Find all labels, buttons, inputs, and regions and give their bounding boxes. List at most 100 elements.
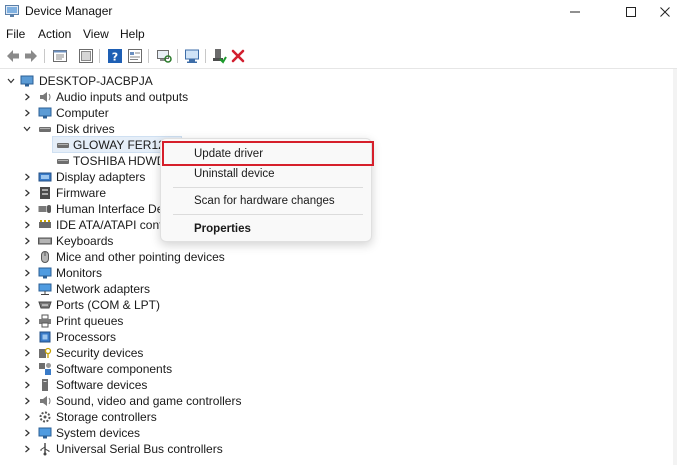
chevron-right-icon[interactable]	[22, 92, 32, 102]
tree-item-print-queues[interactable]: Print queues	[0, 313, 677, 329]
tree-item-audio[interactable]: Audio inputs and outputs	[0, 89, 677, 105]
chevron-right-icon[interactable]	[22, 268, 32, 278]
enable-device-icon[interactable]	[210, 47, 228, 65]
chevron-right-icon[interactable]	[22, 236, 32, 246]
tree-item-label: Storage controllers	[56, 410, 157, 424]
tree-item-computer[interactable]: Computer	[0, 105, 677, 121]
chevron-right-icon[interactable]	[22, 172, 32, 182]
sound-icon	[40, 396, 51, 406]
tree-item-label: Sound, video and game controllers	[56, 394, 242, 408]
disk-drive-icon	[57, 159, 69, 164]
uninstall-device-icon[interactable]	[229, 47, 247, 65]
tree-item-label: Universal Serial Bus controllers	[56, 442, 223, 456]
update-driver-icon[interactable]	[183, 47, 201, 65]
chevron-right-icon[interactable]	[22, 364, 32, 374]
menu-file[interactable]: File	[6, 27, 25, 41]
chevron-right-icon[interactable]	[22, 204, 32, 214]
chevron-right-icon[interactable]	[22, 252, 32, 262]
chevron-right-icon[interactable]	[22, 412, 32, 422]
maximize-icon	[626, 7, 636, 17]
minimize-icon	[570, 11, 580, 13]
tree-item-network-adapters[interactable]: Network adapters	[0, 281, 677, 297]
speaker-icon	[40, 92, 51, 102]
tree-item-label: Security devices	[56, 346, 144, 360]
help-icon[interactable]: ?	[106, 47, 124, 65]
toolbar-separator	[177, 49, 178, 63]
tree-item-mice[interactable]: Mice and other pointing devices	[0, 249, 677, 265]
scan-hardware-icon[interactable]	[155, 47, 173, 65]
tree-item-sound-video-game[interactable]: Sound, video and game controllers	[0, 393, 677, 409]
tree-item-label: Display adapters	[56, 170, 146, 184]
tree-item-security-devices[interactable]: Security devices	[0, 345, 677, 361]
mouse-icon	[41, 251, 49, 263]
processor-icon	[39, 331, 51, 343]
chevron-right-icon[interactable]	[22, 316, 32, 326]
monitor-icon	[38, 107, 52, 119]
menu-help[interactable]: Help	[120, 27, 145, 41]
context-menu-scan-hardware[interactable]: Scan for hardware changes	[194, 195, 335, 207]
close-icon	[660, 7, 670, 17]
toolbar: ?	[0, 44, 677, 68]
menu-action[interactable]: Action	[38, 27, 71, 41]
printer-icon	[39, 314, 51, 328]
tree-item-label: Network adapters	[56, 282, 151, 296]
tree-item-processors[interactable]: Processors	[0, 329, 677, 345]
scrollbar-track[interactable]	[673, 69, 677, 465]
title-bar: Device Manager	[0, 0, 677, 24]
chevron-right-icon[interactable]	[22, 300, 32, 310]
chevron-right-icon[interactable]	[22, 220, 32, 230]
tree-item-label: Audio inputs and outputs	[56, 90, 189, 104]
keyboard-icon	[38, 237, 52, 245]
tree-item-label: Mice and other pointing devices	[56, 250, 225, 264]
toolbar-separator	[148, 49, 149, 63]
close-button[interactable]	[650, 2, 677, 22]
minimize-button[interactable]	[560, 2, 590, 22]
properties-icon[interactable]	[126, 47, 144, 65]
tree-item-software-components[interactable]: Software components	[0, 361, 677, 377]
menu-view[interactable]: View	[83, 27, 109, 41]
menu-bar: File Action View Help	[0, 24, 677, 44]
tree-root[interactable]: DESKTOP-JACBPJA	[0, 73, 677, 89]
update-driver-highlight-box	[162, 141, 374, 166]
storage-controller-icon	[39, 411, 51, 423]
context-menu-uninstall-device[interactable]: Uninstall device	[194, 168, 275, 180]
tree-item-storage-controllers[interactable]: Storage controllers	[0, 409, 677, 425]
display-adapter-icon	[38, 172, 52, 182]
tree-item-disk-drives[interactable]: Disk drives	[0, 121, 677, 137]
maximize-button[interactable]	[616, 2, 646, 22]
chevron-right-icon[interactable]	[22, 444, 32, 454]
firmware-icon	[40, 187, 50, 199]
tree-item-software-devices[interactable]: Software devices	[0, 377, 677, 393]
tree-item-label: Software devices	[56, 378, 148, 392]
back-arrow-icon[interactable]	[4, 47, 22, 65]
chevron-right-icon[interactable]	[22, 284, 32, 294]
tree-item-usb-controllers[interactable]: Universal Serial Bus controllers	[0, 441, 677, 457]
context-menu-properties[interactable]: Properties	[194, 223, 251, 235]
chevron-right-icon[interactable]	[22, 428, 32, 438]
software-device-icon	[42, 379, 48, 391]
chevron-right-icon[interactable]	[22, 348, 32, 358]
tree-item-ports[interactable]: Ports (COM & LPT)	[0, 297, 677, 313]
chevron-right-icon[interactable]	[22, 108, 32, 118]
chevron-right-icon[interactable]	[22, 188, 32, 198]
chevron-down-icon[interactable]	[22, 124, 32, 134]
chevron-right-icon[interactable]	[22, 332, 32, 342]
context-menu-separator	[173, 187, 363, 188]
security-device-icon	[39, 347, 52, 358]
properties-pane-icon[interactable]	[51, 47, 69, 65]
context-menu-separator	[173, 214, 363, 215]
network-adapter-icon	[38, 283, 52, 295]
system-device-icon	[38, 427, 52, 439]
show-hide-console-tree-icon[interactable]	[77, 47, 95, 65]
tree-item-monitors[interactable]: Monitors	[0, 265, 677, 281]
toolbar-separator	[44, 49, 45, 63]
tree-item-system-devices[interactable]: System devices	[0, 425, 677, 441]
tree-item-label: Processors	[56, 330, 117, 344]
chevron-down-icon[interactable]	[6, 76, 16, 86]
computer-icon	[20, 75, 34, 87]
forward-arrow-icon[interactable]	[22, 47, 40, 65]
chevron-right-icon[interactable]	[22, 380, 32, 390]
chevron-right-icon[interactable]	[22, 396, 32, 406]
hid-icon	[38, 205, 51, 213]
monitor-icon	[38, 267, 52, 279]
